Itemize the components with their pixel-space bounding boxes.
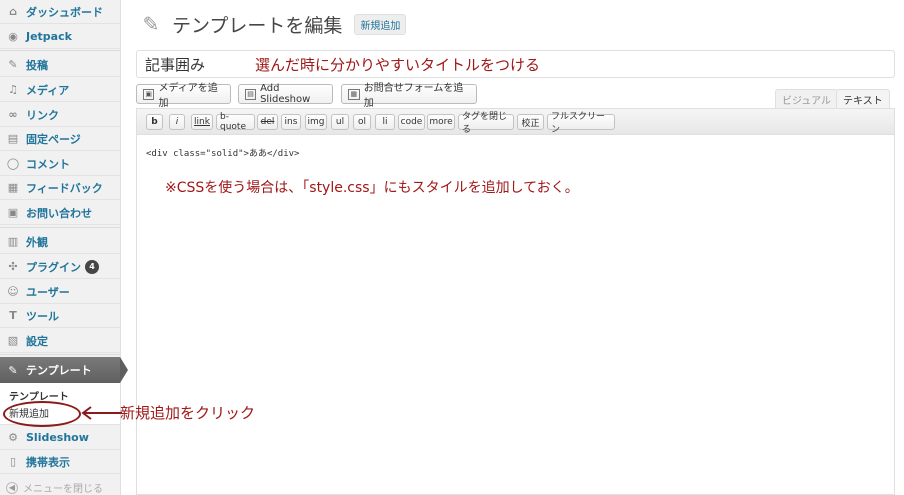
sidebar-item-settings[interactable]: ▧ 設定 bbox=[0, 329, 120, 353]
sidebar-item-label: ダッシュボード bbox=[26, 5, 103, 19]
sidebar-item-dashboard[interactable]: ⌂ ダッシュボード bbox=[0, 0, 120, 24]
add-contact-form-button[interactable]: ▦ お問合せフォームを追加 bbox=[341, 83, 477, 109]
sidebar-item-label: お問い合わせ bbox=[26, 206, 92, 220]
sidebar-item-mobile[interactable]: ▯ 携帯表示 bbox=[0, 450, 120, 474]
contact-icon: ▣ bbox=[7, 206, 19, 219]
comment-icon: ◯ bbox=[6, 157, 20, 170]
update-count-badge: 4 bbox=[85, 259, 99, 274]
quicktag-proofread-button[interactable]: 校正 bbox=[517, 114, 544, 130]
sidebar-separator bbox=[0, 354, 120, 355]
sidebar-item-label: フィードバック bbox=[26, 181, 103, 195]
dashboard-icon: ⌂ bbox=[9, 5, 17, 18]
sidebar-item-label: 投稿 bbox=[26, 58, 48, 72]
quicktag-link-button[interactable]: link bbox=[191, 114, 213, 130]
add-contact-form-label: お問合せフォームを追加 bbox=[363, 83, 464, 109]
tools-icon: T bbox=[9, 309, 17, 322]
quicktag-img-button[interactable]: img bbox=[305, 114, 327, 130]
media-icon: ♫ bbox=[8, 83, 18, 96]
plugin-icon: ✣ bbox=[8, 260, 18, 273]
appearance-icon: ▥ bbox=[7, 235, 19, 248]
quicktag-code-button[interactable]: code bbox=[398, 114, 425, 130]
form-icon: ▦ bbox=[348, 88, 360, 100]
page-icon: ▤ bbox=[7, 132, 19, 145]
sidebar-item-label: ユーザー bbox=[26, 285, 70, 299]
sidebar-item-posts[interactable]: ✎ 投稿 bbox=[0, 53, 120, 77]
sidebar-item-feedback[interactable]: ▦ フィードバック bbox=[0, 176, 120, 200]
quicktag-close-tags-button[interactable]: タグを閉じる bbox=[458, 112, 514, 135]
quicktag-ul-button[interactable]: ul bbox=[331, 114, 349, 130]
jetpack-icon: ◉ bbox=[8, 30, 18, 43]
quicktag-blockquote-button[interactable]: b-quote bbox=[216, 112, 255, 132]
feedback-icon: ▦ bbox=[7, 181, 19, 194]
sidebar-item-label: 外観 bbox=[26, 235, 48, 249]
quicktag-del-button[interactable]: del bbox=[257, 114, 278, 130]
sidebar-item-label: Slideshow bbox=[26, 431, 89, 444]
quicktag-ol-button[interactable]: ol bbox=[353, 114, 371, 130]
quicktag-ins-button[interactable]: ins bbox=[281, 114, 301, 130]
pin-icon: ✎ bbox=[8, 363, 18, 377]
highlight-ellipse bbox=[3, 401, 81, 427]
sidebar-item-template-active[interactable]: ✎ テンプレート bbox=[0, 357, 128, 383]
tab-visual[interactable]: ビジュアル bbox=[775, 89, 838, 109]
sidebar-item-pages[interactable]: ▤ 固定ページ bbox=[0, 127, 120, 151]
sidebar-item-label: 固定ページ bbox=[26, 132, 81, 146]
sidebar-item-label: Jetpack bbox=[26, 30, 72, 43]
users-icon: ☺ bbox=[7, 285, 19, 298]
sidebar-item-label: 設定 bbox=[26, 334, 48, 348]
title-annotation: 選んだ時に分かりやすいタイトルをつける bbox=[255, 56, 541, 74]
gear-icon: ⚙ bbox=[8, 431, 18, 444]
add-new-button[interactable]: 新規追加 bbox=[354, 13, 407, 35]
quicktag-italic-button[interactable]: i bbox=[169, 114, 185, 130]
quicktag-fullscreen-button[interactable]: フルスクリーン bbox=[547, 112, 615, 135]
sidebar-item-users[interactable]: ☺ ユーザー bbox=[0, 280, 120, 304]
sidebar-item-tools[interactable]: T ツール bbox=[0, 304, 120, 328]
pushpin-icon: ✎ bbox=[142, 12, 160, 36]
sidebar-item-contact[interactable]: ▣ お問い合わせ bbox=[0, 201, 120, 225]
add-media-label: メディアを追加 bbox=[158, 83, 218, 109]
sidebar-item-label: ツール bbox=[26, 309, 59, 323]
css-annotation: ※CSSを使う場合は、「style.css」にもスタイルを追加しておく。 bbox=[165, 180, 579, 196]
sidebar-item-label: メディア bbox=[26, 83, 70, 97]
sidebar-item-slideshow[interactable]: ⚙ Slideshow bbox=[0, 426, 120, 450]
link-icon: ∞ bbox=[8, 108, 18, 121]
add-slideshow-button[interactable]: ▤ Add Slideshow bbox=[238, 83, 333, 105]
sidebar-item-comments[interactable]: ◯ コメント bbox=[0, 152, 120, 176]
sidebar-item-media[interactable]: ♫ メディア bbox=[0, 78, 120, 102]
annotation-arrow bbox=[81, 406, 122, 420]
sidebar-separator bbox=[0, 227, 120, 228]
editor-content: <div class="solid">ああ</div> bbox=[146, 149, 300, 159]
sidebar-item-plugins[interactable]: ✣ プラグイン 4 bbox=[0, 255, 120, 279]
quicktags-toolbar: b i link b-quote del ins img ul ol li co… bbox=[137, 109, 894, 135]
quicktag-li-button[interactable]: li bbox=[375, 114, 395, 130]
tab-text[interactable]: テキスト bbox=[836, 89, 890, 109]
sidebar-item-appearance[interactable]: ▥ 外観 bbox=[0, 230, 120, 254]
sidebar-item-label: テンプレート bbox=[26, 364, 92, 377]
text-editor[interactable]: b i link b-quote del ins img ul ol li co… bbox=[136, 108, 895, 495]
collapse-arrow-icon: ◀ bbox=[6, 481, 18, 494]
sidebar-separator bbox=[0, 50, 120, 51]
page-title: テンプレートを編集 bbox=[172, 14, 343, 37]
sidebar-item-label: プラグイン bbox=[26, 260, 81, 274]
sidebar-item-label: コメント bbox=[26, 157, 70, 171]
add-slideshow-label: Add Slideshow bbox=[260, 83, 311, 105]
collapse-menu-label: メニューを閉じる bbox=[23, 484, 103, 495]
quicktag-bold-button[interactable]: b bbox=[146, 114, 163, 130]
sidebar-item-label: リンク bbox=[26, 108, 59, 122]
add-media-button[interactable]: ▣ メディアを追加 bbox=[136, 83, 231, 109]
sidebar-item-links[interactable]: ∞ リンク bbox=[0, 103, 120, 127]
slideshow-icon: ▤ bbox=[245, 88, 257, 100]
media-icon: ▣ bbox=[143, 88, 155, 100]
sidebar-item-label: 携帯表示 bbox=[26, 455, 70, 469]
mobile-icon: ▯ bbox=[9, 455, 17, 468]
page-header: ✎ テンプレートを編集 新規追加 bbox=[138, 8, 407, 40]
title-input-value: 記事囲み bbox=[145, 55, 206, 74]
collapse-menu-button[interactable]: ◀ メニューを閉じる bbox=[6, 480, 103, 495]
pin-icon: ✎ bbox=[8, 58, 18, 71]
sidebar-item-jetpack[interactable]: ◉ Jetpack bbox=[0, 25, 120, 49]
quicktag-more-button[interactable]: more bbox=[427, 114, 455, 130]
click-annotation: 新規追加をクリック bbox=[120, 404, 256, 422]
settings-icon: ▧ bbox=[7, 334, 19, 347]
